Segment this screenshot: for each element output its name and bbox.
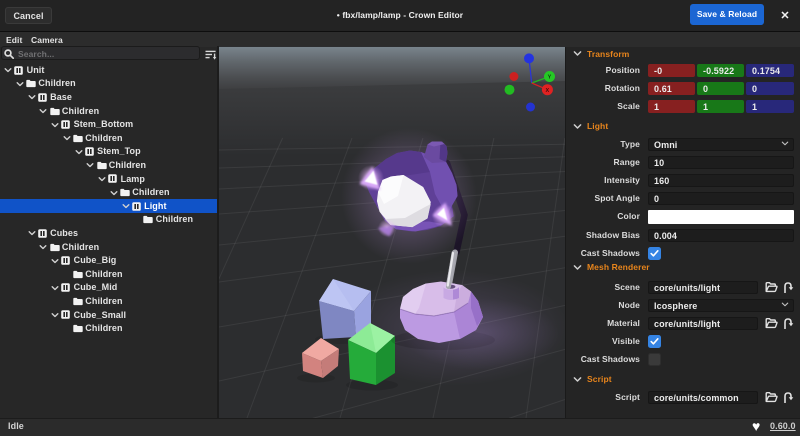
svg-text:Y: Y [548,75,552,81]
svg-text:X: X [546,88,550,94]
